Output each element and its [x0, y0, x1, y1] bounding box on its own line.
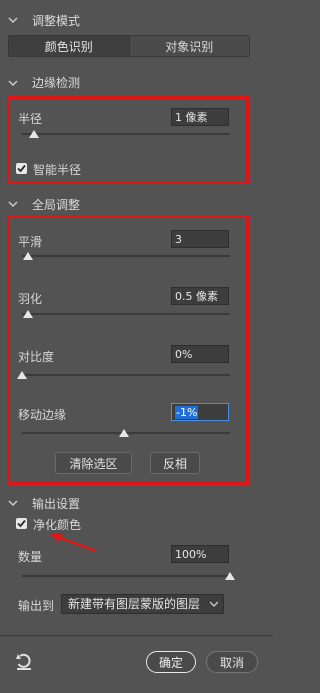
chevron-down-icon: [210, 601, 218, 607]
highlight-box-edge-detection: [7, 96, 249, 184]
highlight-box-global-refine: [7, 215, 249, 485]
chevron-down-icon[interactable]: [8, 199, 18, 209]
tab-object-aware[interactable]: 对象识别: [128, 36, 249, 56]
output-to-label: 输出到: [18, 599, 55, 613]
tab-color-aware[interactable]: 颜色识别: [9, 36, 129, 56]
section-title-edge-detection: 边缘检测: [32, 76, 81, 90]
amount-field[interactable]: 100%: [171, 545, 229, 563]
arrow-annotation-icon: [49, 533, 97, 553]
amount-label: 数量: [18, 550, 43, 564]
section-title-adjust-mode: 调整模式: [32, 14, 81, 28]
chevron-down-icon[interactable]: [8, 15, 18, 25]
decontaminate-checkbox-icon[interactable]: [16, 518, 27, 529]
chevron-down-icon[interactable]: [8, 498, 18, 508]
section-title-output-settings: 输出设置: [32, 497, 81, 511]
amount-slider-thumb[interactable]: [225, 572, 235, 580]
output-to-value: 新建带有图层蒙版的图层: [68, 597, 201, 611]
section-title-global-refine: 全局调整: [32, 198, 81, 212]
chevron-down-icon[interactable]: [8, 78, 18, 88]
reset-icon[interactable]: [15, 653, 33, 671]
cancel-button[interactable]: 取消: [206, 651, 258, 673]
output-to-select[interactable]: 新建带有图层蒙版的图层: [61, 594, 224, 614]
amount-slider-track[interactable]: [22, 575, 230, 577]
footer-divider: [0, 635, 273, 636]
ok-button[interactable]: 确定: [146, 651, 196, 673]
mode-toggle: 颜色识别 对象识别: [8, 35, 250, 57]
